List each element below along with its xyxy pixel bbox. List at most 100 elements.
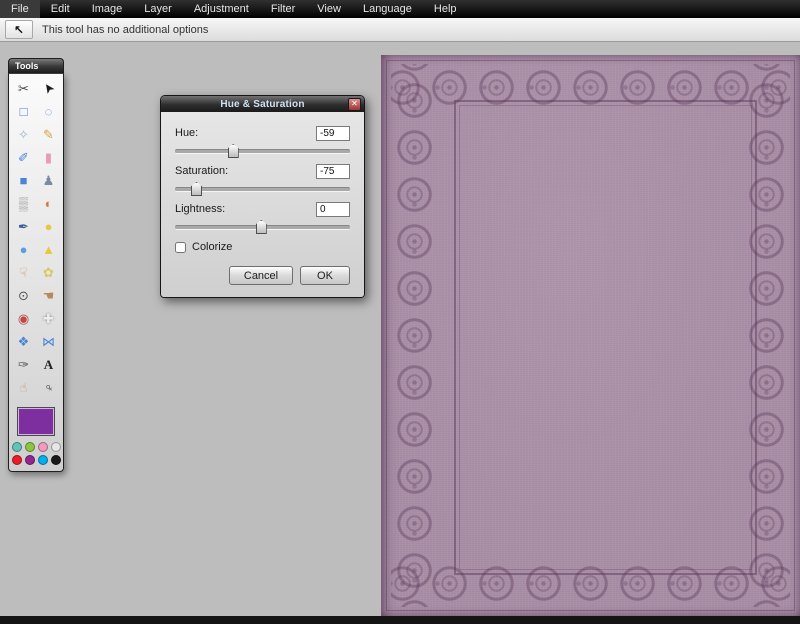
saturation-slider-thumb[interactable] (191, 182, 202, 196)
spot-heal-icon: ✚ (43, 311, 54, 326)
pinch-icon: ⋈ (42, 334, 55, 349)
menu-edit[interactable]: Edit (40, 0, 81, 18)
tool-pinch[interactable]: ⋈ (36, 330, 61, 353)
colorpicker-icon: ✑ (18, 357, 29, 372)
color-swatch[interactable] (50, 455, 61, 465)
color-swatch[interactable] (24, 455, 35, 465)
swatch-row (11, 455, 61, 465)
menu-language[interactable]: Language (352, 0, 423, 18)
move-cursor-icon: ↖ (13, 22, 25, 37)
tool-brush[interactable]: ✐ (11, 146, 36, 169)
cancel-button[interactable]: Cancel (229, 266, 293, 285)
menu-file[interactable]: File (0, 0, 40, 18)
swatch-row (11, 442, 61, 452)
lightness-slider-row: Lightness: (175, 201, 350, 234)
wand-icon: ✧ (18, 127, 29, 142)
tool-red-eye[interactable]: ◉ (11, 307, 36, 330)
dialog-body: Hue: Saturation: Lightness: (161, 112, 364, 297)
blur-icon: ● (19, 242, 28, 257)
tools-panel-body: ✂ ➤ □ ◌ ✧ ✎ ✐ ▮ ■ ♟ ▒ ◐ ✒ ● ● ▲ ☟ ✿ ⊙ ☚ ◉ ✚ ❖ ⋈ ✑ A ☝ ♀ (8, 73, 64, 472)
lightness-slider-track[interactable] (175, 220, 350, 234)
tool-blur[interactable]: ● (11, 238, 36, 261)
saturation-slider-track[interactable] (175, 182, 350, 196)
canvas-image[interactable] (381, 55, 800, 616)
menu-bar: File Edit Image Layer Adjustment Filter View La… (0, 0, 800, 18)
color-swatch[interactable] (50, 442, 61, 452)
tool-sharpen[interactable]: ▲ (36, 238, 61, 261)
cover-inner-frame (454, 100, 757, 575)
tool-gradient[interactable]: ▒ (11, 192, 36, 215)
colorize-checkbox[interactable] (175, 241, 186, 253)
menu-layer[interactable]: Layer (133, 0, 183, 18)
saturation-slider-row: Saturation: (175, 163, 350, 196)
hue-input[interactable] (316, 125, 350, 141)
tool-zoom[interactable]: ♀ (36, 376, 61, 399)
tools-panel-title[interactable]: Tools (8, 58, 64, 73)
shape-icon: ● (44, 219, 53, 234)
saturation-input[interactable] (316, 163, 350, 179)
tool-options-message: This tool has no additional options (42, 23, 209, 36)
brush-icon: ✐ (18, 150, 29, 165)
lightness-input[interactable] (316, 201, 350, 217)
close-icon[interactable]: ✕ (348, 98, 361, 111)
menu-filter[interactable]: Filter (260, 0, 306, 18)
menu-view[interactable]: View (306, 0, 352, 18)
clone-stamp-icon: ♟ (42, 173, 55, 188)
pen-icon: ✒ (18, 219, 29, 234)
tool-lasso[interactable]: ◌ (36, 100, 61, 123)
hue-slider-thumb[interactable] (227, 144, 239, 158)
menu-adjustment[interactable]: Adjustment (183, 0, 260, 18)
type-icon: A (43, 357, 54, 372)
menu-image[interactable]: Image (81, 0, 134, 18)
move-icon: ➤ (39, 79, 58, 98)
tool-shape[interactable]: ● (36, 215, 61, 238)
color-swatches (11, 442, 61, 465)
color-swatch[interactable] (37, 442, 48, 452)
color-swatch[interactable] (37, 455, 48, 465)
tool-smudge[interactable]: ☟ (11, 261, 36, 284)
tools-grid: ✂ ➤ □ ◌ ✧ ✎ ✐ ▮ ■ ♟ ▒ ◐ ✒ ● ● ▲ ☟ ✿ ⊙ ☚ ◉ ✚ ❖ ⋈ ✑ A ☝ ♀ (11, 77, 61, 399)
hand-icon: ☝ (19, 380, 28, 395)
hue-saturation-dialog: Hue & Saturation ✕ Hue: Saturation: (160, 95, 365, 298)
tool-move[interactable]: ➤ (36, 77, 61, 100)
tool-pencil[interactable]: ✎ (36, 123, 61, 146)
ok-button[interactable]: OK (300, 266, 350, 285)
bucket-icon: ■ (19, 173, 28, 188)
bottom-bar (0, 616, 800, 624)
tool-sponge[interactable]: ✿ (36, 261, 61, 284)
hue-slider-track[interactable] (175, 144, 350, 158)
tool-options-bar: ↖ This tool has no additional options (0, 18, 800, 42)
menu-help[interactable]: Help (423, 0, 468, 18)
tool-eraser[interactable]: ▮ (36, 146, 61, 169)
eraser-icon: ▮ (44, 150, 53, 165)
dialog-footer: Cancel OK (175, 266, 350, 285)
color-swatch[interactable] (11, 455, 22, 465)
smudge-icon: ☟ (19, 265, 28, 280)
saturation-label: Saturation: (175, 165, 229, 177)
tool-spot-heal[interactable]: ✚ (36, 307, 61, 330)
lasso-icon: ◌ (44, 104, 53, 119)
tool-color-replace[interactable]: ◐ (36, 192, 61, 215)
tool-clone-stamp[interactable]: ♟ (36, 169, 61, 192)
tool-pen[interactable]: ✒ (11, 215, 36, 238)
sponge-icon: ✿ (43, 265, 54, 280)
lightness-slider-thumb[interactable] (255, 220, 267, 234)
tool-type[interactable]: A (36, 353, 61, 376)
tool-burn[interactable]: ☚ (36, 284, 61, 307)
bloat-icon: ❖ (17, 334, 30, 349)
tool-bucket[interactable]: ■ (11, 169, 36, 192)
color-swatch[interactable] (11, 442, 22, 452)
dialog-title-bar[interactable]: Hue & Saturation ✕ (161, 96, 364, 112)
tool-crop[interactable]: ✂ (11, 77, 36, 100)
burn-icon: ☚ (42, 288, 55, 303)
primary-color-swatch[interactable] (17, 407, 55, 436)
tool-colorpicker[interactable]: ✑ (11, 353, 36, 376)
color-swatch[interactable] (24, 442, 35, 452)
dodge-icon: ⊙ (18, 288, 29, 303)
tool-dodge[interactable]: ⊙ (11, 284, 36, 307)
tool-hand[interactable]: ☝ (11, 376, 36, 399)
tools-panel: Tools ✂ ➤ □ ◌ ✧ ✎ ✐ ▮ ■ ♟ ▒ ◐ ✒ ● ● ▲ ☟ ✿ ⊙ ☚ ◉ ✚ ❖ ⋈ ✑ A ☝ ♀ (8, 58, 64, 472)
tool-bloat[interactable]: ❖ (11, 330, 36, 353)
tool-marquee[interactable]: □ (11, 100, 36, 123)
tool-wand[interactable]: ✧ (11, 123, 36, 146)
